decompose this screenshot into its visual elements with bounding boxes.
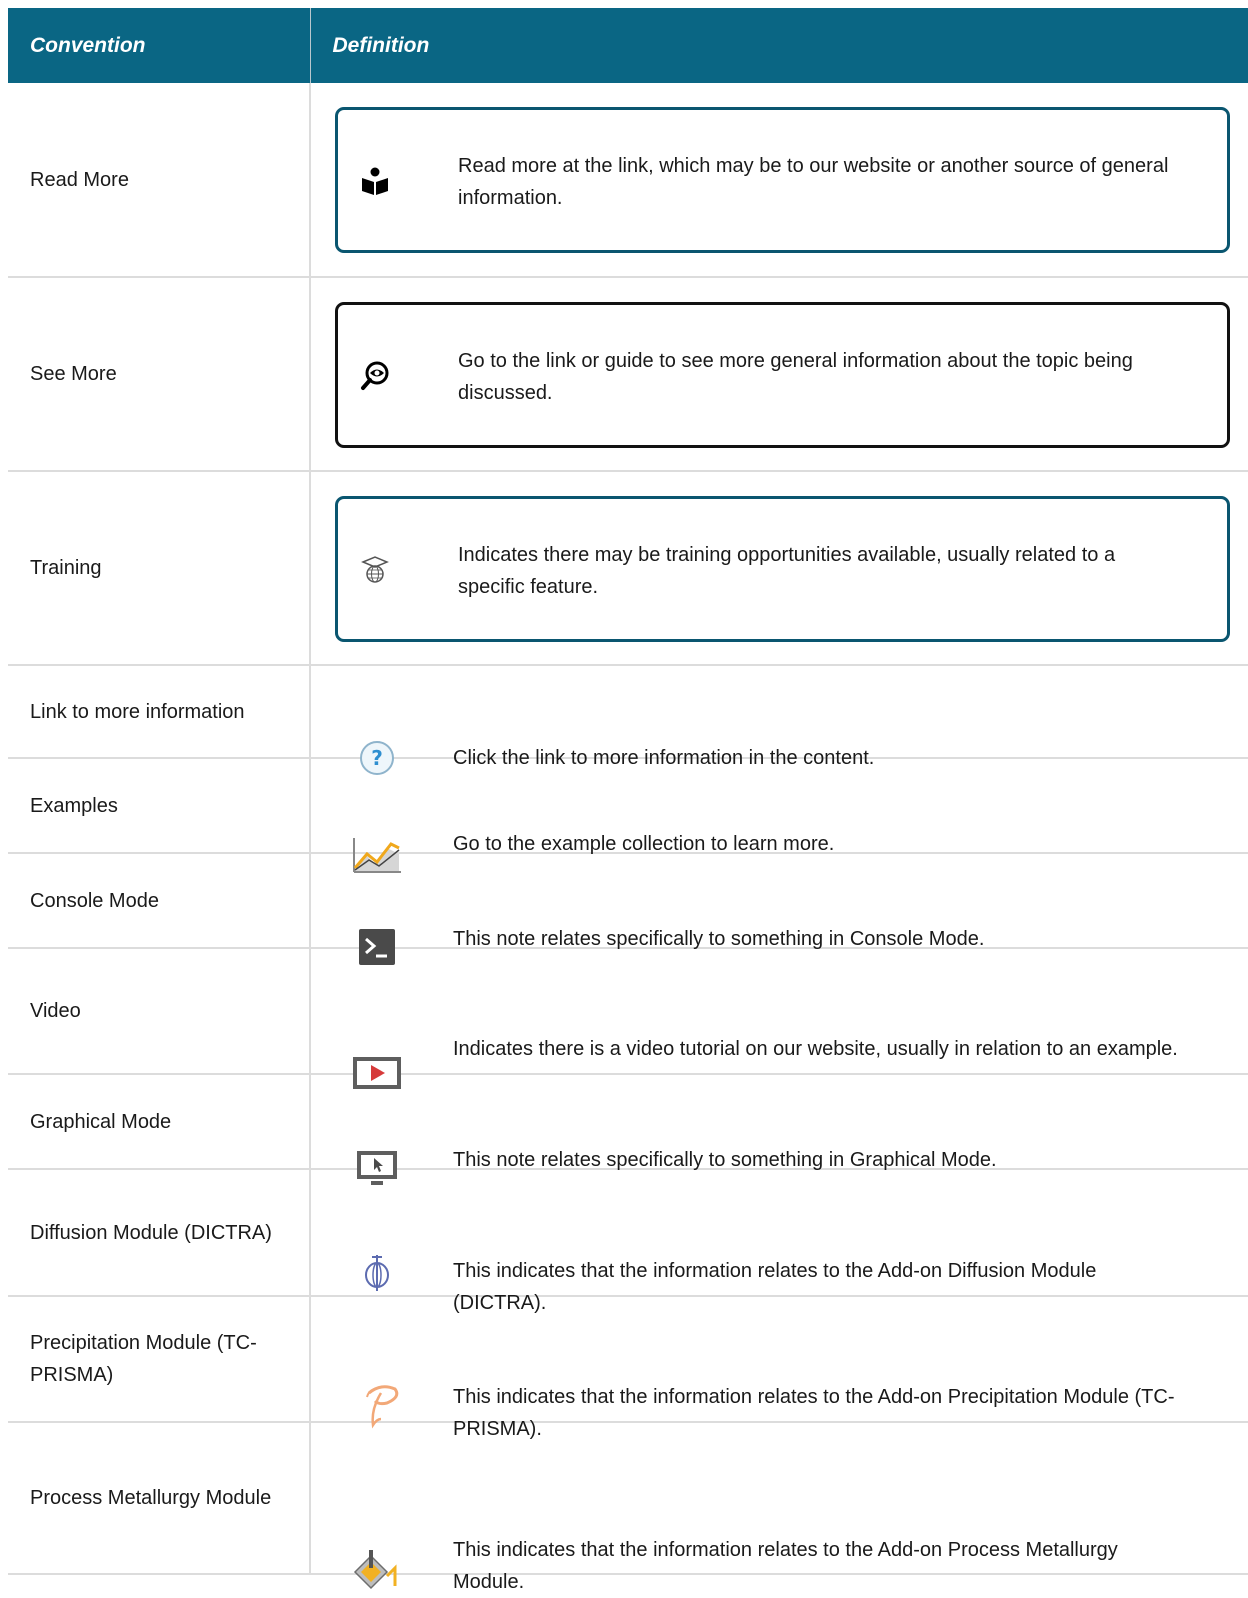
definition-cell: This indicates that the information rela… bbox=[310, 1169, 1248, 1314]
convention-name: Console Mode bbox=[8, 853, 311, 949]
definition-text: This indicates that the information rela… bbox=[453, 1259, 1097, 1314]
convention-name: Precipitation Module (TC-PRISMA) bbox=[8, 1296, 311, 1423]
callout-box: Read more at the link, which may be to o… bbox=[335, 107, 1230, 253]
table-row: Console Mode This note relates specifica… bbox=[8, 853, 1248, 965]
table-row: Link to more information ? Click the lin… bbox=[8, 665, 1248, 775]
definition-text: Go to the example collection to learn mo… bbox=[453, 832, 835, 855]
convention-name: Link to more information bbox=[8, 665, 311, 759]
definition-text: Indicates there is a video tutorial on o… bbox=[453, 1038, 1178, 1060]
definition-cell: Read more at the link, which may be to o… bbox=[310, 83, 1248, 278]
definition-cell: Go to the link or guide to see more gene… bbox=[310, 277, 1248, 472]
graduation-globe-icon bbox=[360, 555, 390, 585]
definition-cell: ? Click the link to more information in … bbox=[310, 665, 1248, 775]
convention-name: Training bbox=[8, 471, 311, 666]
callout-box: Indicates there may be training opportun… bbox=[335, 495, 1230, 642]
convention-name: Video bbox=[8, 948, 311, 1075]
table-header-row: Convention Definition bbox=[8, 8, 1248, 83]
table-row: Diffusion Module (DICTRA) This indicates… bbox=[8, 1169, 1248, 1314]
document-page: Convention Definition Read More Read mor… bbox=[0, 0, 1248, 1593]
line-chart-icon bbox=[351, 834, 403, 874]
convention-name: Read More bbox=[8, 83, 311, 278]
table-row: Read More Read more at the link, which m… bbox=[8, 83, 1248, 278]
convention-name: Diffusion Module (DICTRA) bbox=[8, 1169, 311, 1297]
magnifier-eye-icon bbox=[360, 361, 390, 391]
question-circle-icon: ? bbox=[351, 738, 403, 778]
definition-text: Read more at the link, which may be to o… bbox=[458, 155, 1169, 209]
definition-text: Click the link to more information in th… bbox=[453, 746, 875, 769]
definition-text: This indicates that the information rela… bbox=[453, 1539, 1118, 1593]
monitor-cursor-icon bbox=[351, 1148, 403, 1188]
header-definition: Definition bbox=[310, 8, 1248, 83]
diffusion-module-icon bbox=[351, 1253, 403, 1293]
table-row: Training Indicates there may be training… bbox=[8, 471, 1248, 666]
table-row: See More Go to the link or guide to see … bbox=[8, 277, 1248, 472]
convention-name: Examples bbox=[8, 758, 311, 854]
definition-text: This note relates specifically to someth… bbox=[453, 1148, 997, 1171]
precipitation-module-icon bbox=[351, 1385, 403, 1429]
convention-name: See More bbox=[8, 277, 311, 472]
svg-text:?: ? bbox=[371, 746, 383, 770]
process-metallurgy-icon bbox=[351, 1550, 403, 1590]
convention-name: Graphical Mode bbox=[8, 1074, 311, 1170]
header-convention: Convention bbox=[8, 8, 311, 83]
table-row: Graphical Mode This note relates specifi… bbox=[8, 1074, 1248, 1185]
book-reader-icon bbox=[360, 166, 390, 196]
definition-cell: Indicates there may be training opportun… bbox=[310, 471, 1248, 666]
terminal-prompt-icon bbox=[351, 927, 403, 967]
video-play-icon bbox=[351, 1053, 403, 1093]
definition-cell: This note relates specifically to someth… bbox=[310, 853, 1248, 965]
definition-cell: This note relates specifically to someth… bbox=[310, 1074, 1248, 1185]
callout-box: Go to the link or guide to see more gene… bbox=[335, 301, 1230, 448]
definition-text: This note relates specifically to someth… bbox=[453, 927, 985, 950]
table-row: Video Indicates there is a video tutoria… bbox=[8, 948, 1248, 1089]
definition-text: This indicates that the information rela… bbox=[453, 1386, 1175, 1440]
convention-name: Process Metallurgy Module bbox=[8, 1422, 311, 1575]
definition-text: Go to the link or guide to see more gene… bbox=[458, 349, 1133, 404]
conventions-table: Convention Definition Read More Read mor… bbox=[8, 8, 1248, 1593]
definition-text: Indicates there may be training opportun… bbox=[458, 543, 1116, 598]
definition-cell: Indicates there is a video tutorial on o… bbox=[310, 948, 1248, 1089]
